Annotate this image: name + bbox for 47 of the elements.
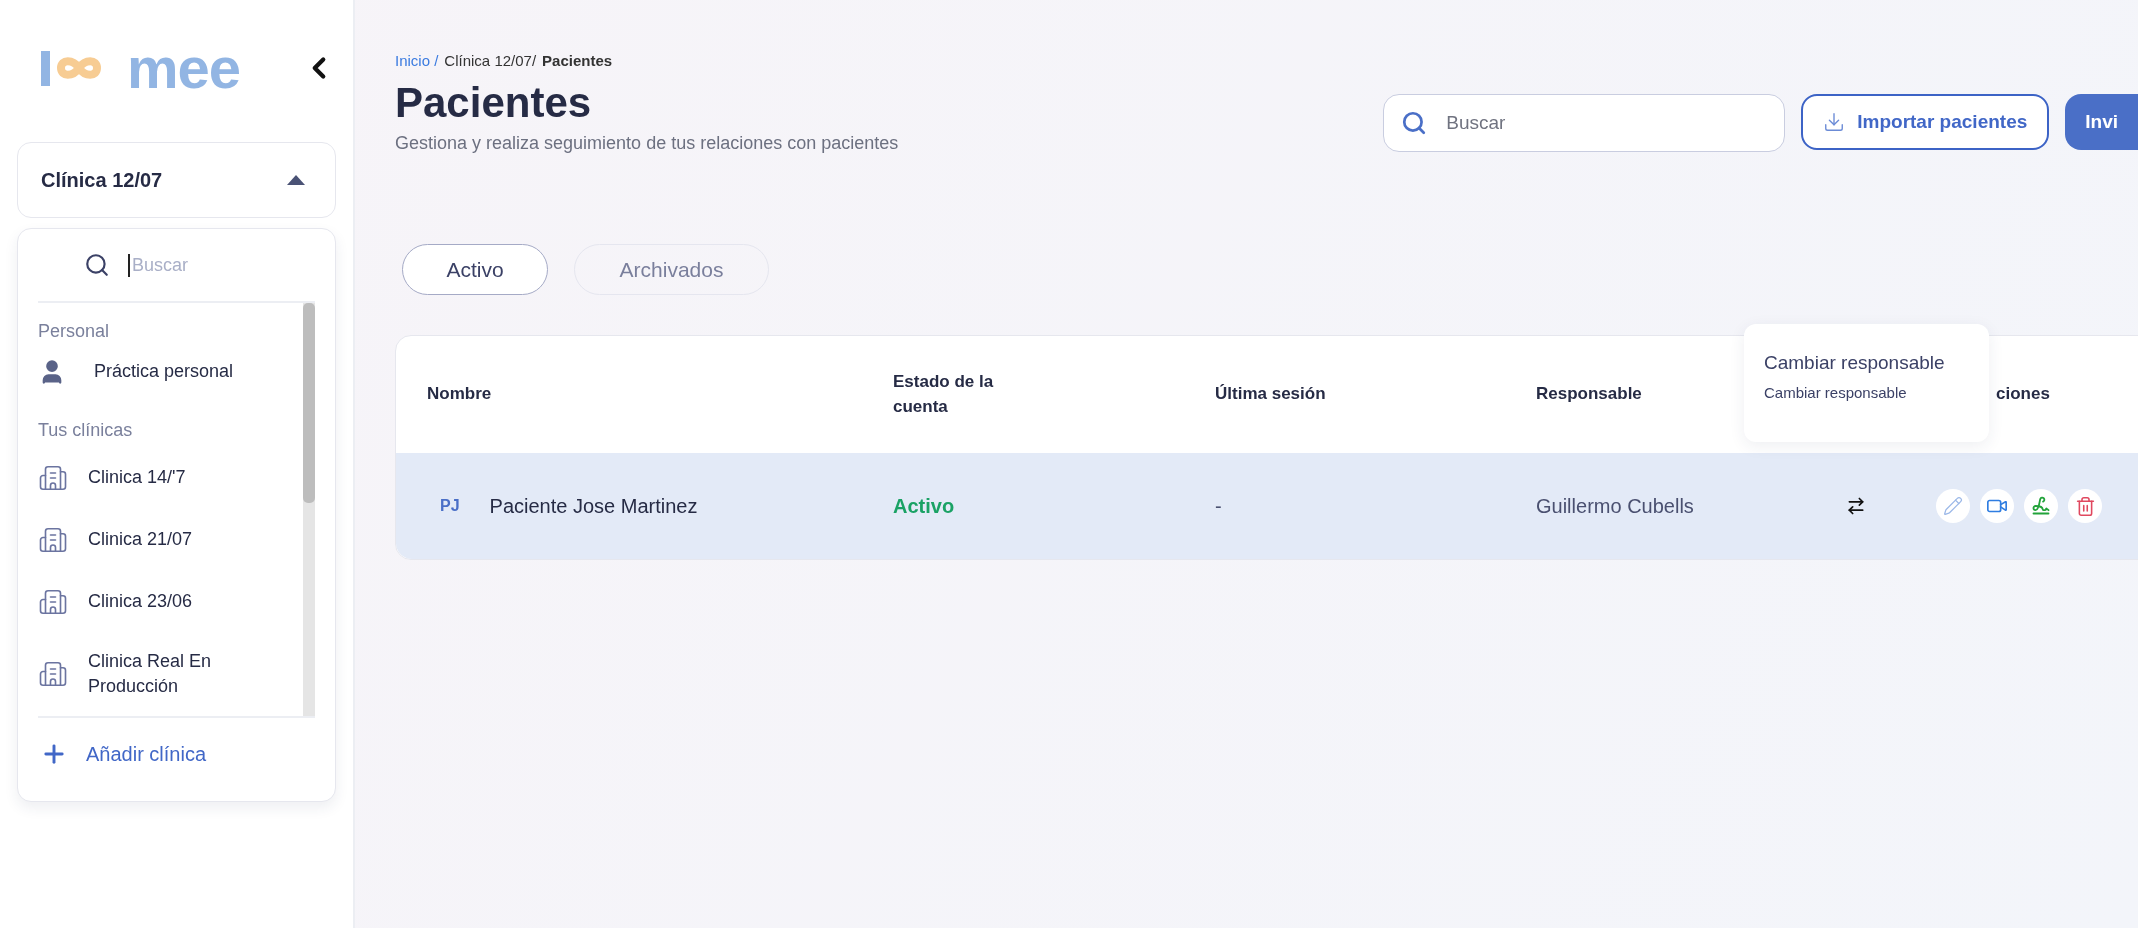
brand-name: mee xyxy=(127,39,241,97)
trash-icon xyxy=(2074,495,2096,517)
breadcrumb-link[interactable]: Inicio / xyxy=(395,52,439,69)
table-cell-text: - xyxy=(1215,494,1223,518)
add-clinic-button[interactable]: Añadir clínica xyxy=(38,740,207,768)
delete-button[interactable] xyxy=(2068,489,2102,523)
building-icon xyxy=(38,587,68,617)
scrollbar[interactable] xyxy=(303,303,315,716)
primary-button[interactable]: Invi xyxy=(2065,94,2138,150)
table-cell-text: Guillermo Cubells xyxy=(1536,494,1695,518)
breadcrumb-item: Pacientes xyxy=(542,52,613,69)
signature-icon xyxy=(2031,496,2051,516)
table-cell: Paciente Jose Martinez xyxy=(489,494,698,518)
clinic-item[interactable]: Clinica 23/06 xyxy=(38,577,303,639)
tooltip-title: Cambiar responsable xyxy=(1764,352,1946,374)
video-button[interactable] xyxy=(1980,489,2014,523)
clinic-item[interactable]: Clinica 21/07 xyxy=(38,515,303,577)
column-header: Estado de la cuenta xyxy=(893,370,995,418)
tooltip-text: Cambiar responsable xyxy=(1764,384,1908,401)
import-button[interactable]: Importar pacientes xyxy=(1801,94,2050,150)
signature-button[interactable] xyxy=(2024,489,2058,523)
clinic-select[interactable]: Clínica 12/07 xyxy=(17,142,336,218)
download-icon xyxy=(1823,111,1846,133)
column-header: Última sesión xyxy=(1215,383,1327,406)
column-header: ciones xyxy=(1996,383,2051,406)
search-icon xyxy=(1401,110,1428,136)
column-header: Nombre xyxy=(427,383,493,406)
search-icon xyxy=(84,252,110,278)
initials: PJ xyxy=(440,497,460,515)
column-header: Responsable xyxy=(1536,383,1643,406)
tab[interactable]: Activo xyxy=(402,244,548,295)
page-title: Pacientes xyxy=(395,79,593,127)
table-row[interactable]: PJ Paciente Jose Martinez Activo - Guillermo Cubells xyxy=(396,453,2138,559)
section-title: Tus clínicas xyxy=(38,419,134,442)
status-text: Activo xyxy=(893,494,956,518)
building-icon xyxy=(38,463,68,493)
section-title: Personal xyxy=(38,320,111,343)
swap-button[interactable] xyxy=(1846,496,1866,516)
clinic-item[interactable]: Clinica Real En Producción xyxy=(38,639,303,716)
breadcrumb-item: Clínica 12/07/ xyxy=(444,52,537,69)
caret-icon xyxy=(287,175,305,185)
page-subtitle: Gestiona y realiza seguimiento de tus relaciones con pacientes xyxy=(395,133,899,153)
clinic-item[interactable]: Práctica personal xyxy=(38,354,303,416)
clinic-item[interactable]: Clinica 14/'7 xyxy=(38,453,303,515)
building-icon xyxy=(38,525,68,555)
pencil-icon xyxy=(1943,496,1963,516)
swap-icon xyxy=(1846,496,1866,516)
